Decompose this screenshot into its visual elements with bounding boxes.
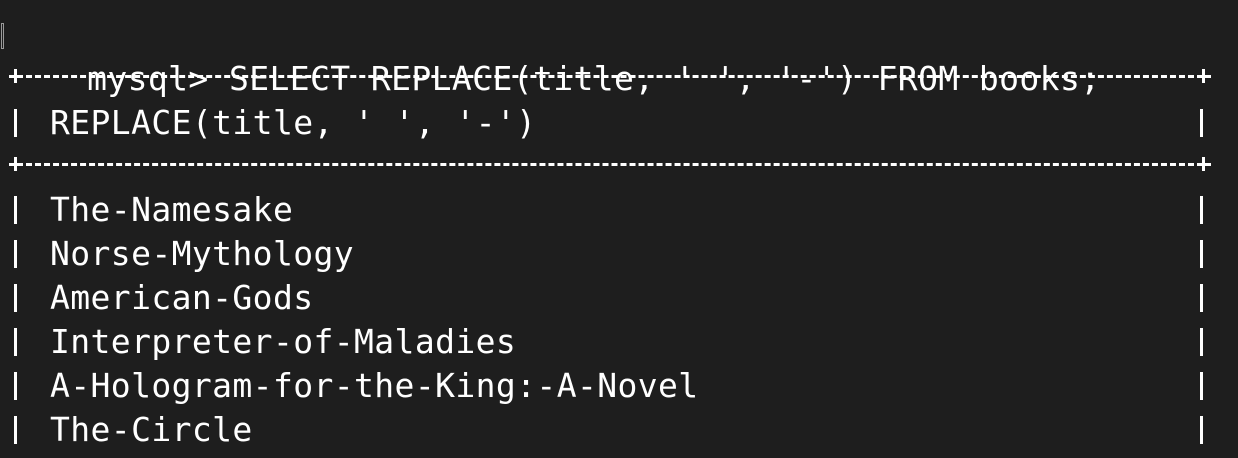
table-cell: American-Gods	[50, 278, 314, 317]
table-row: The-Circle	[0, 408, 1238, 452]
table-pipe	[14, 416, 17, 444]
table-pipe	[14, 284, 17, 312]
table-pipe	[14, 196, 17, 224]
table-pipe	[14, 240, 17, 268]
table-pipe	[1200, 109, 1203, 137]
terminal-window[interactable]: mysql> SELECT REPLACE(title, ' ', '-') F…	[0, 0, 1238, 458]
table-pipe	[1200, 416, 1203, 444]
table-cell: A-Hologram-for-the-King:-A-Novel	[50, 366, 699, 405]
table-row: Norse-Mythology	[0, 232, 1238, 276]
column-header: REPLACE(title, ' ', '-')	[50, 103, 537, 142]
table-corner	[1196, 66, 1212, 86]
table-header-separator	[8, 154, 1212, 174]
table-corner	[1196, 154, 1212, 174]
table-cell: Interpreter-of-Maladies	[50, 322, 517, 361]
table-pipe	[14, 372, 17, 400]
table-row: American-Gods	[0, 276, 1238, 320]
table-cell: Norse-Mythology	[50, 234, 355, 273]
text-cursor	[1, 23, 4, 49]
table-row: Interpreter-of-Maladies	[0, 320, 1238, 364]
table-pipe	[14, 328, 17, 356]
table-top-border	[8, 66, 1212, 86]
table-row: The-Namesake	[0, 188, 1238, 232]
table-border-dash	[17, 75, 1203, 78]
table-pipe	[1200, 240, 1203, 268]
command-line[interactable]: mysql> SELECT REPLACE(title, ' ', '-') F…	[6, 13, 1100, 98]
table-pipe	[1200, 372, 1203, 400]
table-pipe	[14, 109, 17, 137]
table-cell: The-Namesake	[50, 190, 294, 229]
table-pipe	[1200, 284, 1203, 312]
table-row: A-Hologram-for-the-King:-A-Novel	[0, 364, 1238, 408]
table-header-row: REPLACE(title, ' ', '-')	[0, 101, 1238, 145]
table-pipe	[1200, 196, 1203, 224]
table-border-dash	[17, 163, 1203, 166]
table-pipe	[1200, 328, 1203, 356]
table-cell: The-Circle	[50, 410, 253, 449]
